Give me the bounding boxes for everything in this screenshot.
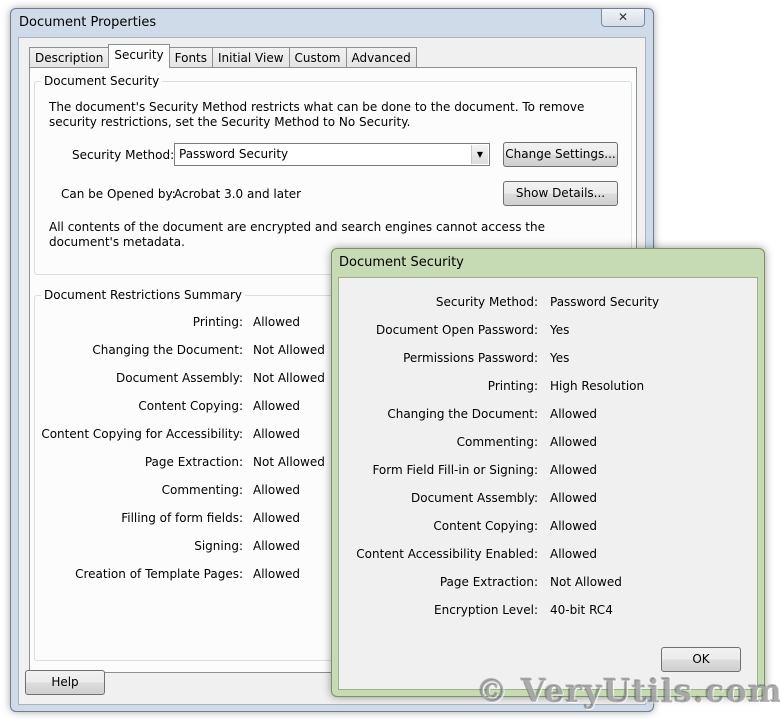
tab-strip: Description Security Fonts Initial View … — [29, 44, 417, 68]
security-detail-label: Changing the Document: — [387, 407, 538, 421]
restriction-value: Not Allowed — [253, 371, 325, 385]
document-security-legend: Document Security — [41, 74, 163, 88]
close-button[interactable]: ✕ — [601, 9, 645, 27]
tab-advanced[interactable]: Advanced — [345, 47, 417, 68]
security-detail-label: Document Open Password: — [376, 323, 538, 337]
security-intro-text: The document's Security Method restricts… — [49, 100, 585, 129]
encryption-note-text: All contents of the document are encrypt… — [49, 220, 545, 249]
restriction-label: Content Copying for Accessibility: — [41, 427, 243, 441]
restriction-value: Allowed — [253, 511, 301, 525]
security-detail-value: Allowed — [550, 463, 598, 477]
document-security-group: Document Security The document's Securit… — [34, 74, 632, 275]
security-detail-label: Form Field Fill-in or Signing: — [372, 463, 538, 477]
show-details-button[interactable]: Show Details... — [503, 181, 618, 206]
restriction-value: Not Allowed — [253, 455, 325, 469]
security-method-select[interactable]: Password Security ▼ — [174, 143, 490, 166]
security-detail-value: Allowed — [550, 491, 598, 505]
security-detail-label: Content Accessibility Enabled: — [356, 547, 538, 561]
document-security-dialog: Document Security Security Method: Passw… — [331, 248, 765, 697]
restrictions-summary-legend: Document Restrictions Summary — [41, 288, 246, 302]
restriction-value: Allowed — [253, 315, 301, 329]
security-dialog-title: Document Security — [339, 255, 464, 270]
change-settings-button[interactable]: Change Settings... — [503, 142, 618, 167]
security-detail-label: Commenting: — [456, 435, 538, 449]
restriction-value: Allowed — [253, 399, 301, 413]
restriction-value: Allowed — [253, 567, 301, 581]
tab-fonts[interactable]: Fonts — [168, 47, 214, 68]
security-detail-label: Permissions Password: — [403, 351, 538, 365]
restriction-label: Commenting: — [161, 483, 243, 497]
security-detail-value: High Resolution — [550, 379, 645, 393]
security-detail-value: Yes — [550, 351, 570, 365]
security-detail-value: Allowed — [550, 519, 598, 533]
security-detail-label: Security Method: — [435, 295, 538, 309]
dialog-title: Document Properties — [19, 15, 157, 30]
security-detail-value: Not Allowed — [550, 575, 622, 589]
opened-by-label: Can be Opened by: — [61, 187, 176, 201]
restriction-value: Not Allowed — [253, 343, 325, 357]
security-detail-label: Printing: — [487, 379, 538, 393]
opened-by-value: Acrobat 3.0 and later — [174, 187, 302, 201]
security-detail-label: Document Assembly: — [411, 491, 538, 505]
watermark: © VeryUtils.com — [476, 672, 780, 710]
restriction-label: Document Assembly: — [116, 371, 243, 385]
security-detail-value: Allowed — [550, 435, 598, 449]
security-detail-label: Encryption Level: — [434, 603, 538, 617]
restriction-value: Allowed — [253, 427, 301, 441]
security-detail-value: Allowed — [550, 547, 598, 561]
tab-security[interactable]: Security — [108, 44, 170, 68]
security-detail-value: Password Security — [550, 295, 660, 309]
restriction-value: Allowed — [253, 483, 301, 497]
restriction-value: Allowed — [253, 539, 301, 553]
ok-button[interactable]: OK — [661, 647, 741, 672]
security-method-value: Password Security — [179, 147, 289, 161]
restriction-label: Printing: — [192, 315, 243, 329]
security-detail-value: Yes — [550, 323, 570, 337]
restriction-label: Creation of Template Pages: — [75, 567, 243, 581]
chevron-down-icon[interactable]: ▼ — [471, 145, 488, 164]
security-detail-label: Page Extraction: — [439, 575, 538, 589]
restriction-label: Filling of form fields: — [121, 511, 243, 525]
security-detail-value: 40-bit RC4 — [550, 603, 613, 617]
help-button[interactable]: Help — [25, 670, 105, 695]
security-detail-value: Allowed — [550, 407, 598, 421]
tab-description[interactable]: Description — [29, 47, 110, 68]
restriction-label: Content Copying: — [138, 399, 243, 413]
tab-initial-view[interactable]: Initial View — [212, 47, 290, 68]
security-dialog-client: Security Method: Password Security Docum… — [338, 277, 758, 690]
security-detail-label: Content Copying: — [433, 519, 538, 533]
restriction-label: Page Extraction: — [144, 455, 243, 469]
restriction-label: Signing: — [194, 539, 243, 553]
tab-custom[interactable]: Custom — [288, 47, 347, 68]
security-method-label: Security Method: — [72, 148, 175, 162]
restriction-label: Changing the Document: — [92, 343, 243, 357]
